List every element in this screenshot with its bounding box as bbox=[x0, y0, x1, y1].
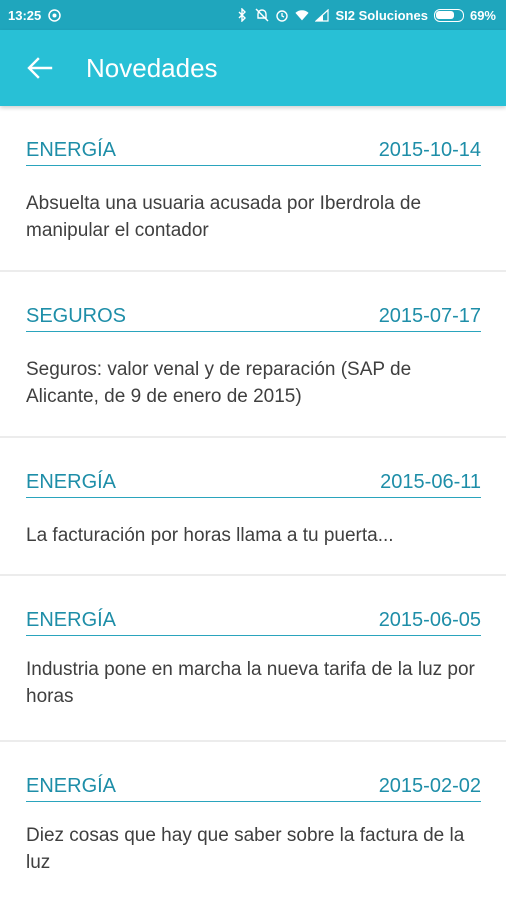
battery-percent: 69% bbox=[469, 7, 496, 23]
news-category: ENERGÍA bbox=[26, 139, 117, 161]
news-category: SEGUROS bbox=[26, 305, 127, 327]
page-title: Novedades bbox=[86, 52, 218, 83]
status-bar: 13:25 SI2 Soluciones 69% bbox=[0, 0, 506, 30]
news-category: ENERGÍA bbox=[26, 775, 117, 797]
back-button[interactable] bbox=[0, 30, 80, 106]
arrow-left-icon bbox=[27, 57, 53, 79]
news-item[interactable]: ENERGÍA 2015-06-05 Industria pone en mar… bbox=[0, 576, 506, 742]
news-title: Industria pone en marcha la nueva tarifa… bbox=[26, 659, 475, 707]
news-category: ENERGÍA bbox=[26, 609, 117, 631]
status-time: 13:25 bbox=[8, 7, 42, 23]
news-item[interactable]: ENERGÍA 2015-10-14 Absuelta una usuaria … bbox=[0, 106, 506, 272]
news-item-header: ENERGÍA 2015-06-11 bbox=[26, 470, 481, 498]
carrier-name: SI2 Soluciones bbox=[335, 7, 428, 23]
news-item-header: SEGUROS 2015-07-17 bbox=[26, 304, 481, 332]
news-date: 2015-02-02 bbox=[378, 775, 481, 797]
news-title: Seguros: valor venal y de reparación (SA… bbox=[26, 359, 412, 407]
news-category: ENERGÍA bbox=[26, 471, 117, 493]
do-not-disturb-icon bbox=[255, 8, 269, 22]
alarm-icon bbox=[275, 8, 289, 22]
signal-icon bbox=[315, 8, 330, 22]
battery-level bbox=[436, 11, 454, 19]
news-title: Diez cosas que hay que saber sobre la fa… bbox=[26, 825, 465, 873]
news-date: 2015-06-05 bbox=[378, 609, 481, 631]
app-toolbar: Novedades bbox=[0, 30, 506, 106]
news-list: ENERGÍA 2015-10-14 Absuelta una usuaria … bbox=[0, 106, 506, 892]
notification-icon bbox=[47, 8, 61, 22]
news-date: 2015-06-11 bbox=[380, 471, 481, 493]
news-item-header: ENERGÍA 2015-10-14 bbox=[26, 138, 481, 166]
news-item-header: ENERGÍA 2015-06-05 bbox=[26, 608, 481, 636]
news-date: 2015-07-17 bbox=[378, 305, 481, 327]
news-item[interactable]: SEGUROS 2015-07-17 Seguros: valor venal … bbox=[0, 272, 506, 438]
news-item[interactable]: ENERGÍA 2015-02-02 Diez cosas que hay qu… bbox=[0, 742, 506, 892]
status-bar-left: 13:25 bbox=[8, 8, 61, 23]
news-item-header: ENERGÍA 2015-02-02 bbox=[26, 774, 481, 802]
wifi-icon bbox=[295, 8, 310, 22]
battery-icon bbox=[433, 8, 464, 22]
news-title: La facturación por horas llama a tu puer… bbox=[26, 525, 394, 546]
news-title: Absuelta una usuaria acusada por Iberdro… bbox=[26, 193, 422, 241]
bluetooth-icon bbox=[235, 8, 249, 22]
news-date: 2015-10-14 bbox=[378, 139, 481, 161]
news-item[interactable]: ENERGÍA 2015-06-11 La facturación por ho… bbox=[0, 438, 506, 576]
status-bar-right: SI2 Soluciones 69% bbox=[235, 8, 496, 23]
